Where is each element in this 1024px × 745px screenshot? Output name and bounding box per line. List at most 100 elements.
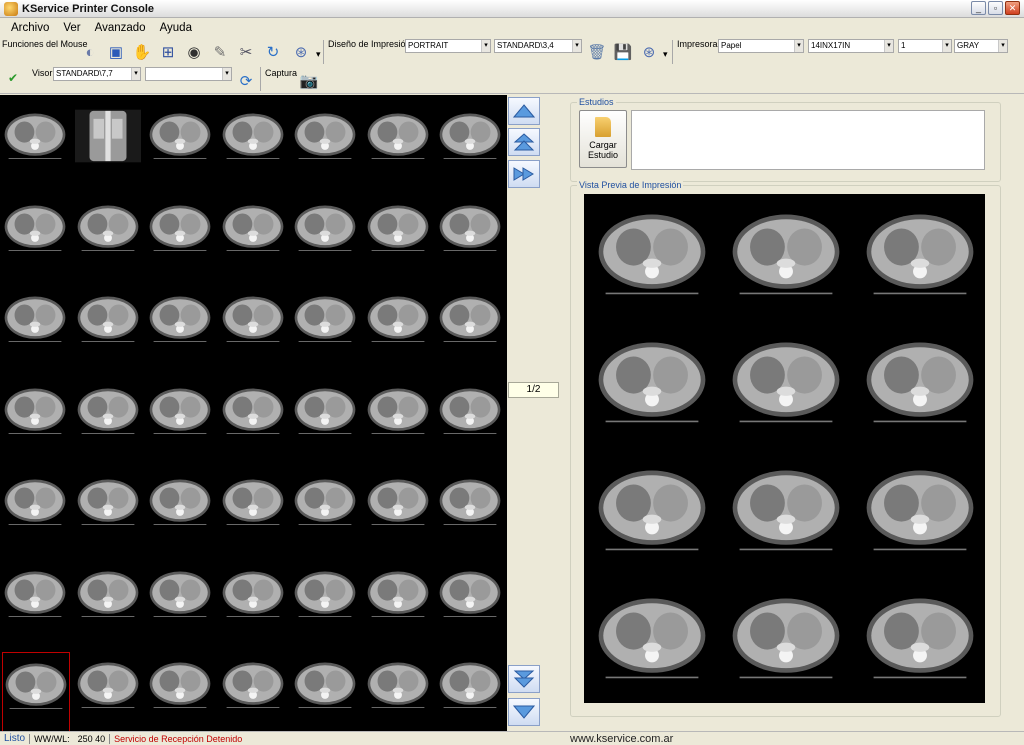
ct-slice-thumbnail[interactable] bbox=[437, 652, 505, 731]
ct-slice-thumbnail[interactable] bbox=[437, 469, 505, 551]
zoom-region-icon[interactable]: ⊞ bbox=[157, 41, 179, 63]
ct-slice-thumbnail[interactable] bbox=[292, 195, 360, 277]
ct-slice-thumbnail[interactable] bbox=[75, 103, 143, 185]
ct-slice-thumbnail[interactable] bbox=[365, 286, 433, 368]
window-level-icon[interactable]: ◐ bbox=[79, 41, 101, 63]
orientation-select[interactable]: PORTRAIT ▾ bbox=[405, 39, 491, 53]
menu-ayuda[interactable]: Ayuda bbox=[153, 22, 199, 34]
refresh-icon[interactable]: ⟳ bbox=[235, 70, 257, 92]
ct-slice-thumbnail[interactable] bbox=[75, 652, 143, 731]
ct-slice-thumbnail[interactable] bbox=[2, 195, 70, 277]
ct-slice-thumbnail[interactable] bbox=[220, 103, 288, 185]
ct-slice-thumbnail[interactable] bbox=[147, 561, 215, 643]
load-study-button[interactable]: Cargar Estudio bbox=[579, 110, 627, 168]
study-list[interactable] bbox=[631, 110, 985, 170]
next-page-button[interactable] bbox=[508, 160, 540, 188]
scroll-down-button[interactable] bbox=[508, 698, 540, 726]
ct-slice-thumbnail[interactable] bbox=[220, 469, 288, 551]
status-state: Listo bbox=[4, 733, 26, 744]
ct-slice-thumbnail[interactable] bbox=[220, 286, 288, 368]
ct-slice-thumbnail[interactable] bbox=[437, 378, 505, 460]
printer-status-icon[interactable]: ✔ bbox=[2, 67, 24, 89]
ct-slice-thumbnail[interactable] bbox=[2, 286, 70, 368]
print-layout-select[interactable]: STANDARD\3,4 ▾ bbox=[494, 39, 582, 53]
options-dropdown-icon[interactable]: ⊛ bbox=[290, 41, 312, 63]
ct-slice-thumbnail[interactable] bbox=[365, 103, 433, 185]
maximize-button[interactable]: ▫ bbox=[988, 1, 1003, 15]
print-preview-group: Vista Previa de Impresión bbox=[570, 180, 1001, 717]
ct-slice-thumbnail[interactable] bbox=[220, 195, 288, 277]
ct-slice-thumbnail[interactable] bbox=[365, 469, 433, 551]
chevron-down-icon[interactable]: ▾ bbox=[663, 49, 668, 60]
scroll-up-button[interactable] bbox=[508, 97, 540, 125]
ct-slice-thumbnail[interactable] bbox=[365, 561, 433, 643]
ct-slice-thumbnail[interactable] bbox=[292, 652, 360, 731]
preview-slice bbox=[594, 588, 712, 700]
magnifier-icon[interactable]: ◉ bbox=[183, 41, 205, 63]
ct-slice-thumbnail[interactable] bbox=[220, 652, 288, 731]
ct-slice-thumbnail[interactable] bbox=[437, 286, 505, 368]
window-title: KService Printer Console bbox=[22, 2, 155, 15]
print-options-icon[interactable]: ⊛ bbox=[638, 41, 660, 63]
ct-slice-thumbnail[interactable] bbox=[147, 378, 215, 460]
color-mode-select[interactable]: GRAY ▾ bbox=[954, 39, 1008, 53]
ct-slice-thumbnail[interactable] bbox=[147, 286, 215, 368]
ct-slice-thumbnail[interactable] bbox=[220, 561, 288, 643]
camera-icon[interactable]: 📷 bbox=[298, 70, 320, 92]
ct-slice-thumbnail[interactable] bbox=[365, 378, 433, 460]
menu-archivo[interactable]: Archivo bbox=[4, 22, 56, 34]
ct-slice-thumbnail[interactable] bbox=[292, 103, 360, 185]
pan-tool-icon[interactable]: ✋ bbox=[131, 41, 153, 63]
media-select[interactable]: Papel ▾ bbox=[718, 39, 804, 53]
print-preview-canvas[interactable] bbox=[584, 194, 985, 703]
ct-slice-thumbnail[interactable] bbox=[292, 561, 360, 643]
ct-slice-thumbnail[interactable] bbox=[2, 378, 70, 460]
ct-slice-thumbnail[interactable] bbox=[147, 469, 215, 551]
ct-slice-thumbnail[interactable] bbox=[75, 561, 143, 643]
page-up-button[interactable] bbox=[508, 128, 540, 156]
ct-slice-thumbnail[interactable] bbox=[437, 195, 505, 277]
ct-slice-thumbnail[interactable] bbox=[147, 103, 215, 185]
menu-ver[interactable]: Ver bbox=[56, 22, 87, 34]
preview-slice bbox=[862, 204, 980, 316]
menu-bar: Archivo Ver Avanzado Ayuda bbox=[0, 19, 1024, 37]
ct-slice-thumbnail[interactable] bbox=[2, 561, 70, 643]
image-viewer[interactable] bbox=[0, 95, 507, 731]
ct-slice-thumbnail[interactable] bbox=[220, 378, 288, 460]
measure-tool-icon[interactable]: ✎ bbox=[209, 41, 231, 63]
minimize-button[interactable]: _ bbox=[971, 1, 986, 15]
ct-slice-thumbnail[interactable] bbox=[147, 652, 215, 731]
copies-select[interactable]: 1 ▾ bbox=[898, 39, 952, 53]
viewer-extra-select[interactable]: ▾ bbox=[145, 67, 232, 81]
ct-slice-thumbnail[interactable] bbox=[365, 652, 433, 731]
page-down-button[interactable] bbox=[508, 665, 540, 693]
save-icon[interactable]: 💾 bbox=[612, 41, 634, 63]
ct-slice-thumbnail[interactable] bbox=[75, 378, 143, 460]
rotate-icon[interactable]: ↻ bbox=[262, 41, 284, 63]
ct-slice-thumbnail[interactable] bbox=[292, 378, 360, 460]
ct-slice-thumbnail[interactable] bbox=[292, 469, 360, 551]
ct-slice-thumbnail[interactable] bbox=[365, 195, 433, 277]
studies-group-title: Estudios bbox=[577, 97, 616, 107]
website-url[interactable]: www.kservice.com.ar bbox=[566, 733, 677, 745]
menu-avanzado[interactable]: Avanzado bbox=[88, 22, 153, 34]
select-tool-icon[interactable]: ▣ bbox=[105, 41, 127, 63]
ct-slice-thumbnail[interactable] bbox=[437, 561, 505, 643]
chevron-down-icon[interactable]: ▾ bbox=[316, 49, 321, 60]
close-button[interactable]: ✕ bbox=[1005, 1, 1020, 15]
ct-slice-thumbnail[interactable] bbox=[2, 103, 70, 185]
ct-slice-thumbnail[interactable] bbox=[75, 286, 143, 368]
capture-label: Captura bbox=[265, 68, 298, 78]
ct-slice-thumbnail[interactable] bbox=[147, 195, 215, 277]
ct-slice-thumbnail[interactable] bbox=[75, 469, 143, 551]
ct-slice-thumbnail[interactable] bbox=[292, 286, 360, 368]
print-preview-title: Vista Previa de Impresión bbox=[577, 180, 684, 190]
trash-icon[interactable]: 🗑 bbox=[586, 41, 608, 63]
ct-slice-thumbnail[interactable] bbox=[2, 652, 70, 731]
viewer-layout-select[interactable]: STANDARD\7,7 ▾ bbox=[53, 67, 141, 81]
scissors-icon[interactable]: ✂ bbox=[235, 41, 257, 63]
ct-slice-thumbnail[interactable] bbox=[75, 195, 143, 277]
ct-slice-thumbnail[interactable] bbox=[437, 103, 505, 185]
film-size-select[interactable]: 14INX17IN ▾ bbox=[808, 39, 894, 53]
ct-slice-thumbnail[interactable] bbox=[2, 469, 70, 551]
